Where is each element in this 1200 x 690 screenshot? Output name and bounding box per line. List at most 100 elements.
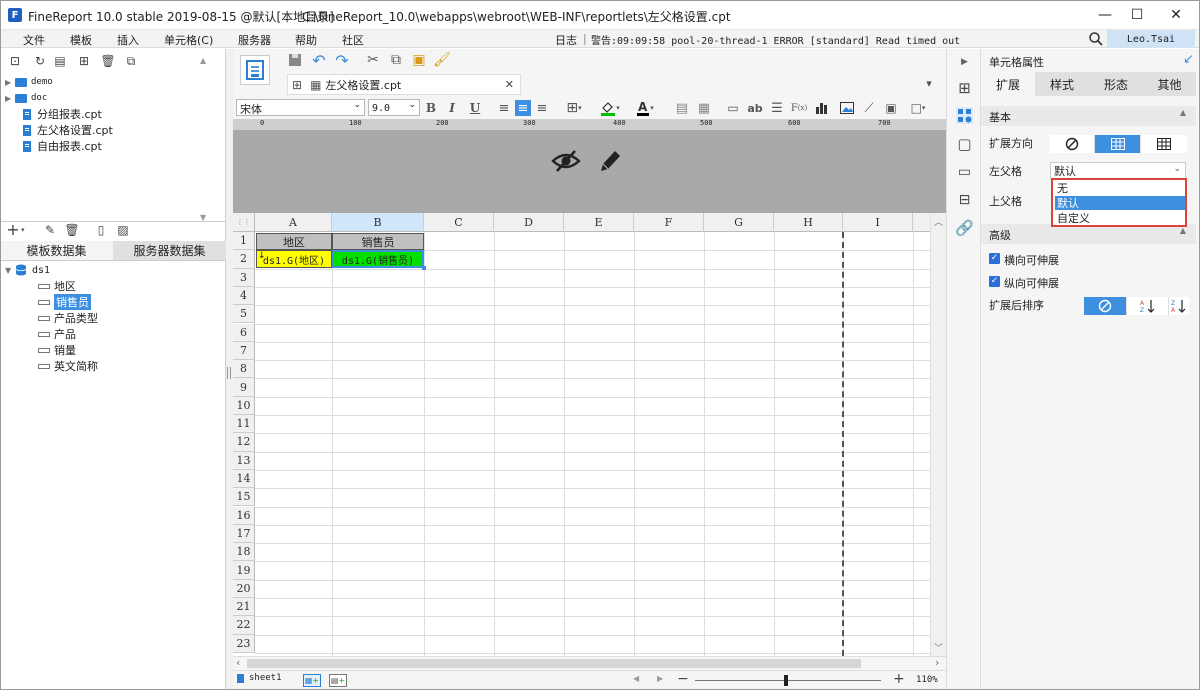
column-header-e[interactable]: E (564, 213, 634, 232)
row-header[interactable]: 14 (233, 469, 255, 489)
tab-other[interactable]: 其他 (1143, 72, 1196, 96)
zoom-in-button[interactable]: + (893, 671, 905, 687)
row-header[interactable]: 7 (233, 341, 255, 361)
open-file-icon[interactable]: ▤ (53, 54, 67, 68)
tab-server-dataset[interactable]: 服务器数据集 (113, 241, 226, 261)
underline-button[interactable]: U (467, 100, 483, 116)
row-header[interactable]: 23 (233, 634, 255, 653)
tree-file-left-parent[interactable]: 左父格设置.cpt (23, 122, 113, 138)
row-header[interactable]: 8 (233, 360, 255, 379)
field-item[interactable]: 地区 (38, 278, 76, 294)
font-color-icon[interactable]: A ▾ (632, 100, 658, 116)
column-header-i[interactable]: I (843, 213, 913, 232)
row-header[interactable]: 21 (233, 598, 255, 617)
row-header[interactable]: 17 (233, 524, 255, 544)
row-header[interactable]: 2 (233, 250, 255, 269)
text-icon[interactable]: ab (747, 100, 763, 116)
row-header[interactable]: 12 (233, 433, 255, 452)
horizontal-expandable-checkbox[interactable]: ✓ (989, 253, 1000, 264)
font-select[interactable]: 宋体 ⌄ (236, 99, 365, 116)
row-header[interactable]: 13 (233, 451, 255, 470)
preview-icon[interactable]: ▯ (94, 223, 108, 237)
next-sheet-icon[interactable]: ▶ (657, 674, 663, 683)
template-properties-icon[interactable]: ⊞ (956, 79, 973, 97)
tab-style[interactable]: 样式 (1035, 72, 1089, 96)
field-item[interactable]: 产品类型 (38, 310, 98, 326)
tree-folder-doc[interactable]: ▶ doc (5, 90, 47, 106)
zoom-slider[interactable] (695, 680, 881, 681)
fill-color-icon[interactable]: ▾ (597, 100, 623, 116)
column-header-h[interactable]: H (774, 213, 843, 232)
tab-template-dataset[interactable]: 模板数据集 (0, 241, 113, 261)
hyperlink-icon[interactable]: 🔗 (955, 219, 974, 237)
cell-properties-icon[interactable] (956, 107, 973, 124)
condition-icon[interactable]: ⊟ (956, 191, 973, 208)
dock-icon[interactable]: ↙ (1183, 52, 1194, 67)
field-item-selected[interactable]: 销售员 (38, 294, 91, 310)
tree-file-free-report[interactable]: 自由报表.cpt (23, 138, 102, 154)
redo-icon[interactable]: ↷ (333, 51, 351, 70)
text-field-icon[interactable]: ▭ (725, 100, 741, 116)
font-size-select[interactable]: 9.0 ⌄ (368, 99, 420, 116)
copy-icon[interactable]: ⧉ (124, 54, 138, 68)
slash-icon[interactable]: ⟋ (861, 100, 877, 116)
menu-template[interactable]: 模板 (70, 32, 92, 48)
zoom-slider-thumb[interactable] (784, 675, 788, 686)
dropdown-arrow-icon[interactable]: ▾ (21, 226, 25, 234)
align-center-icon[interactable]: ≡ (515, 100, 531, 116)
row-header[interactable]: 3 (233, 268, 255, 287)
panel-splitter[interactable] (226, 49, 233, 690)
zoom-level[interactable]: 110% (916, 675, 938, 685)
column-header-f[interactable]: F (634, 213, 704, 232)
add-dashboard-sheet-icon[interactable]: ▤ + (329, 674, 347, 687)
refresh-icon[interactable]: ↻ (33, 54, 47, 68)
close-window-button[interactable]: ✕ (1153, 0, 1199, 30)
warning-message[interactable]: 警告:09:09:58 pool-20-thread-1 ERROR [stan… (591, 32, 960, 47)
tab-document[interactable]: ⊞ ▦ 左父格设置.cpt ✕ (287, 74, 521, 95)
dropdown-option-custom[interactable]: 自定义 (1055, 211, 1185, 225)
row-header[interactable]: 11 (233, 415, 255, 434)
cell-b1[interactable]: 销售员 (332, 233, 424, 250)
menu-cell[interactable]: 单元格(C) (164, 32, 213, 48)
sheet-tab[interactable]: sheet1 (237, 673, 282, 683)
expand-horizontal-button[interactable] (1141, 135, 1187, 153)
row-header[interactable]: 5 (233, 305, 255, 324)
delete-dataset-icon[interactable]: 🗑 (64, 223, 79, 237)
prev-sheet-icon[interactable]: ◀ (633, 674, 639, 683)
search-icon[interactable] (1088, 31, 1104, 47)
italic-button[interactable]: I (444, 100, 460, 116)
template-icon[interactable] (240, 55, 270, 85)
column-header-a[interactable]: A (255, 213, 332, 232)
row-header[interactable]: 1 (233, 232, 255, 251)
user-badge[interactable]: Leo.Tsai (1107, 30, 1195, 48)
panel-divider[interactable] (0, 221, 226, 222)
tree-dataset-ds1[interactable]: ▼ ds1 (5, 262, 50, 278)
row-header[interactable]: 6 (233, 323, 255, 342)
merge-cells-icon[interactable]: ▤ (674, 100, 690, 116)
cut-icon[interactable]: ✂ (364, 51, 382, 69)
select-all-corner[interactable]: ⋮⋮ (233, 213, 255, 232)
formula-icon[interactable]: F (x) (791, 100, 807, 116)
delete-icon[interactable]: 🗑 (100, 54, 115, 68)
left-parent-select[interactable]: 默认 ⌄ (1050, 162, 1186, 179)
bold-button[interactable]: B (423, 100, 439, 116)
sub-report-icon[interactable]: ▣ (883, 100, 899, 116)
row-header[interactable]: 4 (233, 286, 255, 306)
scroll-thumb[interactable] (247, 659, 861, 668)
format-painter-icon[interactable]: 🖌 (433, 51, 451, 69)
scroll-up-arrow-icon[interactable]: ︿ (934, 215, 943, 228)
add-dataset-icon[interactable]: + (6, 220, 20, 239)
column-header-d[interactable]: D (494, 213, 564, 232)
scroll-right-arrow-icon[interactable]: › (935, 656, 939, 669)
field-item[interactable]: 产品 (38, 326, 76, 342)
horizontal-scrollbar[interactable]: ‹ › (233, 656, 946, 670)
row-header[interactable]: 15 (233, 488, 255, 507)
tree-file-group-report[interactable]: 分组报表.cpt (23, 106, 102, 122)
align-left-icon[interactable]: ≡ (496, 100, 512, 116)
row-header[interactable]: 22 (233, 616, 255, 635)
align-right-icon[interactable]: ≡ (534, 100, 550, 116)
richtext-icon[interactable]: ☰ (769, 100, 785, 116)
column-header-g[interactable]: G (704, 213, 774, 232)
widget-icon[interactable]: ▭ (956, 163, 973, 180)
new-folder-icon[interactable]: ⊡ (8, 54, 22, 68)
